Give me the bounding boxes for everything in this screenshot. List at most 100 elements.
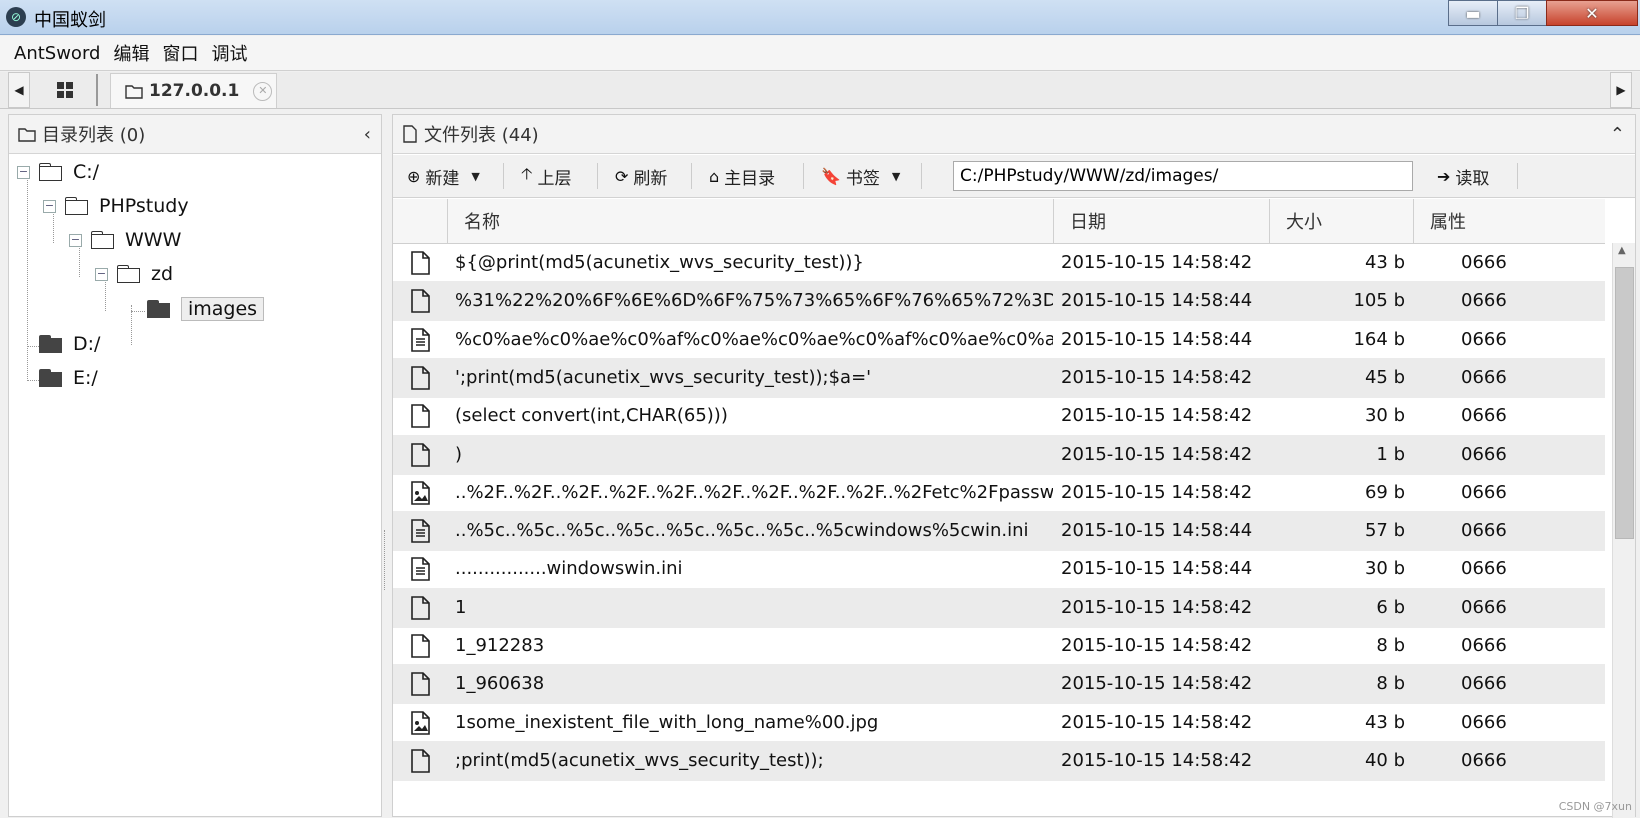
home-directory-button[interactable]: ⌂ 主目录: [709, 155, 775, 197]
menu-window[interactable]: 窗口: [158, 40, 207, 66]
file-size: 40 b: [1364, 749, 1405, 771]
file-size: 43 b: [1364, 711, 1405, 733]
scroll-up-icon[interactable]: ▲: [1618, 245, 1626, 256]
collapse-icon[interactable]: −: [69, 234, 82, 247]
tab-scroll-right-button[interactable]: ▶: [1610, 72, 1632, 108]
file-name: ..%5c..%5c..%5c..%5c..%5c..%5c..%5c..%5c…: [455, 520, 1029, 542]
file-row[interactable]: 1_912283 2015-10-15 14:58:42 8 b 0666: [393, 626, 1605, 666]
tab-scroll-left-button[interactable]: ◀: [8, 72, 30, 108]
tree-node-d-drive[interactable]: D:/: [39, 329, 100, 359]
collapse-left-panel-icon[interactable]: ‹: [364, 124, 371, 145]
menu-edit[interactable]: 编辑: [109, 40, 158, 66]
app-logo-icon: ⊘: [6, 7, 26, 27]
file-date: 2015-10-15 14:58:44: [1061, 558, 1253, 580]
file-row[interactable]: 1some_inexistent_file_with_long_name%00.…: [393, 703, 1605, 743]
file-attr: 0666: [1461, 749, 1507, 771]
file-table-scrollbar[interactable]: ▲: [1612, 243, 1635, 818]
file-panel: 文件列表 (44) ⌃ ⊕ 新建 ▼ 🡡 上层 ⟳ 刷新 ⌂ 主目录 🔖 书签 …: [392, 114, 1636, 818]
file-date: 2015-10-15 14:58:42: [1061, 366, 1253, 388]
parent-directory-button[interactable]: 🡡 上层: [521, 155, 572, 197]
refresh-label: 刷新: [633, 168, 668, 189]
file-name: ................windowswin.ini: [455, 558, 683, 580]
file-date: 2015-10-15 14:58:44: [1061, 520, 1253, 542]
file-size: 69 b: [1364, 481, 1405, 503]
file-size: 43 b: [1364, 252, 1405, 273]
file-attr: 0666: [1461, 711, 1507, 733]
panel-splitter[interactable]: [384, 530, 389, 590]
collapse-icon[interactable]: −: [43, 200, 56, 213]
file-date: 2015-10-15 14:58:44: [1061, 290, 1253, 312]
bookmark-button[interactable]: 🔖 书签 ▼: [821, 155, 900, 197]
directory-panel-title: 目录列表 (0): [42, 125, 146, 146]
file-date: 2015-10-15 14:58:42: [1061, 596, 1253, 618]
chevron-down-icon: ▼: [471, 169, 480, 183]
file-row[interactable]: %31%22%20%6F%6E%6D%6F%75%73%65%6F%76%65%…: [393, 281, 1605, 322]
file-icon: [411, 672, 430, 697]
tree-node-www[interactable]: − WWW: [69, 225, 181, 255]
collapse-file-panel-icon[interactable]: ⌃: [1610, 124, 1625, 145]
column-header-size[interactable]: 大小: [1269, 199, 1413, 243]
file-size: 105 b: [1353, 290, 1405, 312]
file-row[interactable]: 1 2015-10-15 14:58:42 6 b 0666: [393, 587, 1605, 628]
refresh-button[interactable]: ⟳ 刷新: [615, 155, 667, 197]
file-table-header: 名称 日期 大小 属性: [393, 199, 1605, 244]
column-header-attr[interactable]: 属性: [1413, 199, 1557, 243]
file-row[interactable]: ;print(md5(acunetix_wvs_security_test));…: [393, 740, 1605, 781]
minimize-button[interactable]: ▬: [1448, 0, 1498, 26]
close-window-button[interactable]: ✕: [1546, 0, 1638, 26]
file-panel-title: 文件列表 (44): [424, 125, 539, 146]
file-panel-header: 文件列表 (44) ⌃: [393, 115, 1635, 154]
folder-filled-icon: [39, 335, 63, 353]
image-file-icon: [411, 710, 430, 735]
tree-node-zd[interactable]: − zd: [95, 259, 173, 289]
column-header-date[interactable]: 日期: [1053, 199, 1269, 243]
arrow-up-icon: 🡡: [521, 163, 533, 183]
tree-node-e-drive[interactable]: E:/: [39, 363, 98, 393]
file-row[interactable]: ';print(md5(acunetix_wvs_security_test))…: [393, 357, 1605, 398]
file-attr: 0666: [1461, 443, 1507, 465]
read-path-button[interactable]: ➔ 读取: [1437, 155, 1489, 197]
tab-127-0-0-1[interactable]: 127.0.0.1 ✕: [110, 73, 277, 108]
file-icon: [411, 749, 430, 773]
tree-node-c-drive[interactable]: − C:/: [17, 157, 99, 187]
file-row[interactable]: 1_960638 2015-10-15 14:58:42 8 b 0666: [393, 664, 1605, 705]
collapse-icon[interactable]: −: [17, 166, 30, 179]
folder-icon: [117, 265, 141, 283]
file-date: 2015-10-15 14:58:42: [1061, 252, 1253, 273]
file-row[interactable]: ) 2015-10-15 14:58:42 1 b 0666: [393, 434, 1605, 475]
scrollbar-thumb[interactable]: [1615, 267, 1634, 539]
file-attr: 0666: [1461, 520, 1507, 542]
file-name: %c0%ae%c0%ae%c0%af%c0%ae%c0%ae%c0%af%c0%…: [455, 328, 1053, 350]
menu-antsword[interactable]: AntSword: [0, 43, 109, 64]
collapse-icon[interactable]: −: [95, 268, 108, 281]
file-date: 2015-10-15 14:58:42: [1061, 405, 1253, 427]
path-input[interactable]: [953, 161, 1413, 191]
tree-node-label: zd: [151, 263, 174, 285]
file-name: 1: [455, 596, 467, 618]
file-row[interactable]: (select convert(int,CHAR(65))) 2015-10-15…: [393, 396, 1605, 436]
image-file-icon: [411, 480, 430, 505]
file-name: 1some_inexistent_file_with_long_name%00.…: [455, 711, 879, 733]
text-file-icon: [411, 557, 430, 582]
file-name: ;print(md5(acunetix_wvs_security_test));: [455, 749, 824, 771]
plus-circle-icon: ⊕: [407, 166, 421, 186]
file-size: 8 b: [1376, 673, 1405, 695]
maximize-button[interactable]: ❐: [1497, 0, 1547, 26]
tree-node-phpstudy[interactable]: − PHPstudy: [43, 191, 189, 221]
file-size: 45 b: [1364, 366, 1405, 388]
file-row[interactable]: ${@print(md5(acunetix_wvs_security_test)…: [393, 243, 1605, 283]
folder-filled-icon: [39, 369, 63, 387]
new-button[interactable]: ⊕ 新建 ▼: [407, 155, 480, 197]
column-header-name[interactable]: 名称: [447, 199, 1053, 243]
menu-debug[interactable]: 调试: [207, 40, 256, 66]
file-row[interactable]: ..%5c..%5c..%5c..%5c..%5c..%5c..%5c..%5c…: [393, 511, 1605, 552]
tab-home-grid[interactable]: [34, 74, 98, 106]
file-row[interactable]: %c0%ae%c0%ae%c0%af%c0%ae%c0%ae%c0%af%c0%…: [393, 320, 1605, 360]
close-icon: ✕: [1585, 3, 1599, 23]
file-row[interactable]: ................windowswin.ini 2015-10-15…: [393, 549, 1605, 589]
tab-label: 127.0.0.1: [149, 81, 240, 101]
file-name: %31%22%20%6F%6E%6D%6F%75%73%65%6F%76%65%…: [455, 290, 1053, 312]
tree-node-images[interactable]: images: [147, 294, 265, 324]
tab-close-icon[interactable]: ✕: [253, 81, 273, 101]
file-row[interactable]: ..%2F..%2F..%2F..%2F..%2F..%2F..%2F..%2F…: [393, 473, 1605, 513]
